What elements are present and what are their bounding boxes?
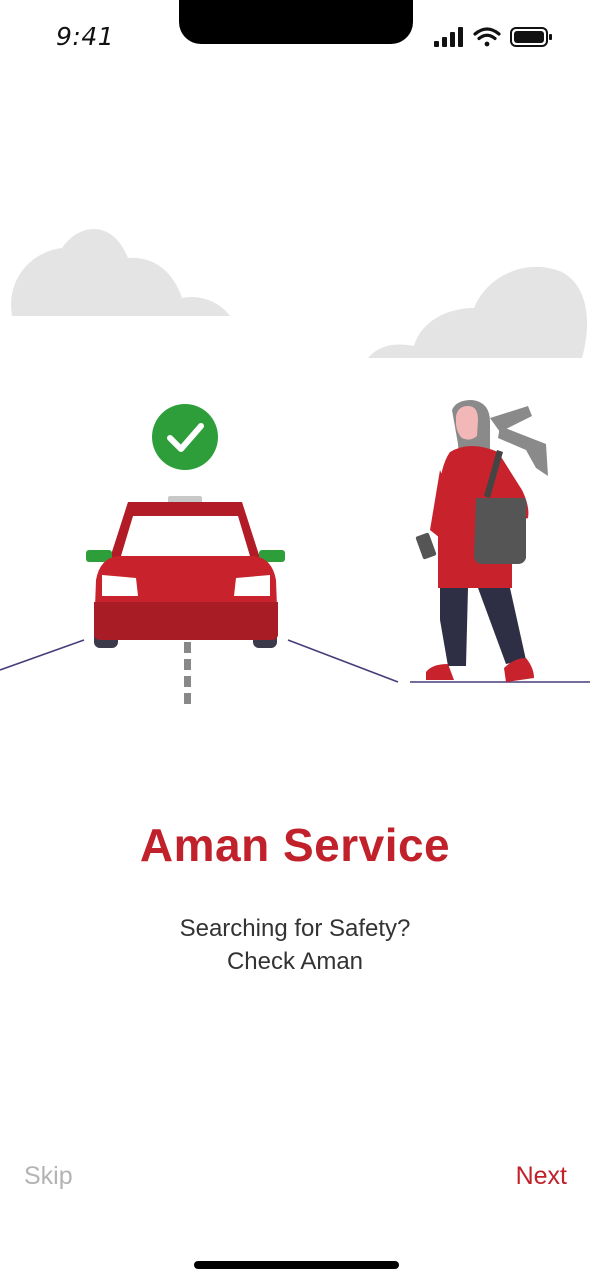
wifi-icon: [473, 27, 501, 47]
onboarding-subtitle: Searching for Safety? Check Aman: [0, 912, 590, 978]
status-icons: [434, 27, 552, 47]
woman-walking-figure: [415, 400, 548, 682]
subtitle-line-2: Check Aman: [226, 948, 364, 975]
device-notch: [179, 0, 413, 44]
cloud-icon: [11, 228, 231, 316]
cloud-icon: [368, 266, 588, 358]
skip-button[interactable]: Skip: [24, 1162, 73, 1191]
onboarding-title: Aman Service: [139, 819, 451, 871]
check-badge-icon: [152, 404, 218, 470]
battery-icon: [510, 27, 552, 47]
next-button[interactable]: Next: [516, 1162, 567, 1191]
onboarding-illustration: [0, 228, 590, 704]
subtitle-line-1: Searching for Safety?: [179, 915, 411, 942]
cellular-signal-icon: [434, 27, 463, 47]
home-indicator[interactable]: [194, 1261, 399, 1269]
status-bar: 9:41: [0, 0, 590, 70]
status-time: 9:41: [56, 22, 115, 51]
taxi-car-icon: [86, 496, 285, 648]
